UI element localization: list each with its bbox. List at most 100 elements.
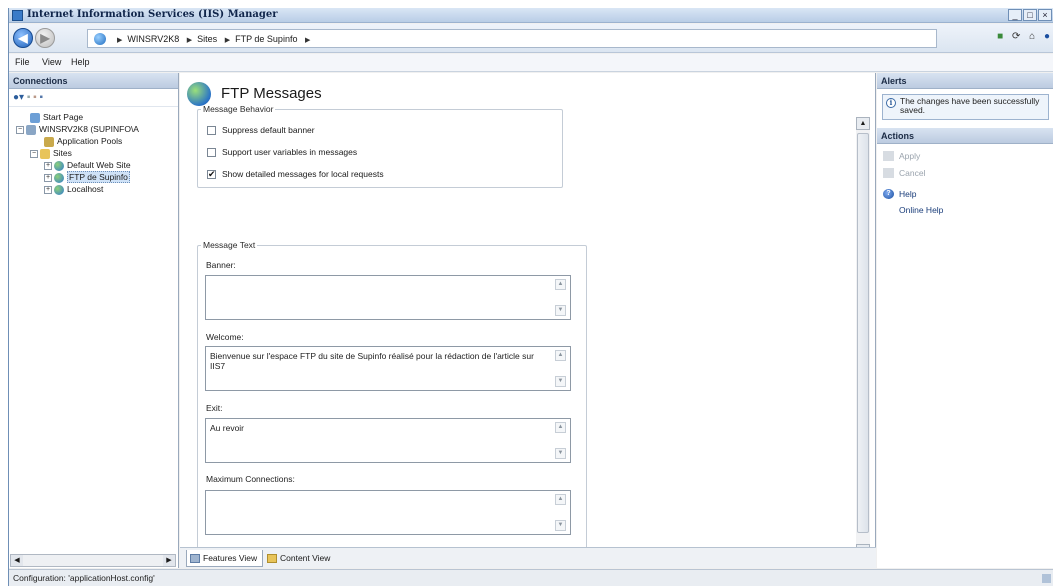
navigation-bar: ◀ ▶ ▶ WINSRV2K8 ▶ Sites ▶ FTP de Supinfo ▶ … xyxy=(9,24,1053,53)
message-text-legend: Message Text xyxy=(203,240,256,250)
tree-node-localhost[interactable]: + Localhost xyxy=(12,183,178,195)
menu-help[interactable]: Help xyxy=(71,57,90,67)
tree-label: Sites xyxy=(53,148,72,158)
scroll-down-icon[interactable]: ▼ xyxy=(555,305,566,316)
scroll-left-icon[interactable]: ◀ xyxy=(11,555,23,566)
help-action[interactable]: ? Help xyxy=(877,187,1053,201)
suppress-banner-checkbox[interactable] xyxy=(207,126,216,136)
expand-icon[interactable]: + xyxy=(44,185,52,194)
connections-horizontal-scrollbar[interactable]: ◀ ▶ xyxy=(10,554,176,567)
detailed-messages-option[interactable]: ✔ Show detailed messages for local reques… xyxy=(207,169,384,180)
site-globe-icon xyxy=(54,160,64,171)
breadcrumb-server[interactable]: WINSRV2K8 xyxy=(127,34,179,44)
content-view-label: Content View xyxy=(280,553,331,563)
user-variables-option[interactable]: Support user variables in messages xyxy=(207,147,357,158)
scroll-up-icon[interactable]: ▲ xyxy=(856,117,870,130)
iis-app-icon xyxy=(12,10,23,21)
tree-node-ftp-site[interactable]: + FTP de Supinfo xyxy=(12,171,178,183)
expand-icon[interactable]: + xyxy=(44,173,52,182)
tree-node-server[interactable]: − WINSRV2K8 (SUPINFO\A xyxy=(12,123,178,135)
tab-features-view[interactable]: Features View xyxy=(186,550,264,567)
alert-message: The changes have been successfully saved… xyxy=(900,96,1040,115)
features-view-label: Features View xyxy=(203,553,258,563)
breadcrumb-separator: ▶ xyxy=(186,37,193,44)
ftp-site-globe-icon xyxy=(187,82,211,106)
message-behavior-group: Message Behavior Suppress default banner… xyxy=(197,104,563,188)
back-arrow-icon: ◀ xyxy=(18,31,28,45)
online-help-action[interactable]: Online Help xyxy=(877,203,1053,217)
scroll-up-icon[interactable]: ▲ xyxy=(555,494,566,505)
title-bar: Internet Information Services (IIS) Mana… xyxy=(9,8,1053,23)
suppress-banner-label: Suppress default banner xyxy=(222,125,315,135)
forward-arrow-icon: ▶ xyxy=(40,31,50,45)
page-title: FTP Messages xyxy=(221,85,322,102)
menu-bar: File View Help xyxy=(9,54,1053,72)
cancel-label: Cancel xyxy=(899,168,926,178)
tree-label: WINSRV2K8 (SUPINFO\A xyxy=(39,124,139,134)
menu-file[interactable]: File xyxy=(15,57,30,67)
back-button[interactable]: ◀ xyxy=(13,28,33,48)
close-button[interactable]: × xyxy=(1038,9,1052,21)
scroll-up-icon[interactable]: ▲ xyxy=(555,422,566,433)
scroll-up-icon[interactable]: ▲ xyxy=(555,350,566,361)
user-variables-checkbox[interactable] xyxy=(207,148,216,158)
iis-manager-window: Internet Information Services (IIS) Mana… xyxy=(8,8,1053,586)
alert-message-box: i The changes have been successfully sav… xyxy=(882,94,1049,120)
tab-content-view[interactable]: Content View xyxy=(264,550,335,567)
info-icon: i xyxy=(886,98,896,108)
breadcrumb: ▶ WINSRV2K8 ▶ Sites ▶ FTP de Supinfo ▶ xyxy=(112,34,315,44)
exit-label: Exit: xyxy=(206,403,223,413)
tree-label: Default Web Site xyxy=(67,160,131,170)
detailed-messages-checkbox[interactable]: ✔ xyxy=(207,170,216,180)
maximize-button[interactable]: □ xyxy=(1023,9,1037,21)
help-label: Help xyxy=(899,189,917,199)
forward-button[interactable]: ▶ xyxy=(35,28,55,48)
actions-header: Actions xyxy=(877,128,1053,144)
site-globe-icon xyxy=(54,184,64,195)
tree-node-start-page[interactable]: Start Page xyxy=(12,111,178,123)
connect-icon[interactable]: ■ xyxy=(997,31,1003,42)
cancel-action[interactable]: Cancel xyxy=(877,166,1053,180)
tree-label: Application Pools xyxy=(57,136,123,146)
welcome-textarea[interactable]: Bienvenue sur l'espace FTP du site de Su… xyxy=(205,346,571,391)
apply-action[interactable]: Apply xyxy=(877,149,1053,163)
minimize-button[interactable]: _ xyxy=(1008,9,1022,21)
expand-icon[interactable]: + xyxy=(44,161,52,170)
address-bar[interactable]: ▶ WINSRV2K8 ▶ Sites ▶ FTP de Supinfo ▶ xyxy=(87,29,937,48)
breadcrumb-ftp-site[interactable]: FTP de Supinfo xyxy=(235,34,297,44)
exit-textarea[interactable]: Au revoir ▲ ▼ xyxy=(205,418,571,463)
menu-view[interactable]: View xyxy=(42,57,61,67)
breadcrumb-sites[interactable]: Sites xyxy=(197,34,217,44)
resize-grip-icon[interactable] xyxy=(1042,574,1051,583)
cancel-icon xyxy=(883,168,894,178)
save-icon[interactable]: ▪ xyxy=(27,92,31,103)
actions-panel: Alerts i The changes have been successfu… xyxy=(877,73,1053,568)
up-icon[interactable]: ▪ xyxy=(33,92,37,103)
connect-icon[interactable]: ●▾ xyxy=(13,92,24,103)
breadcrumb-separator: ▶ xyxy=(304,37,311,44)
scroll-down-icon[interactable]: ▼ xyxy=(555,448,566,459)
collapse-icon[interactable]: − xyxy=(16,125,24,134)
banner-textarea[interactable]: ▲ ▼ xyxy=(205,275,571,320)
collapse-icon[interactable]: − xyxy=(30,149,38,158)
tree-node-sites[interactable]: − Sites xyxy=(12,147,178,159)
tree-node-default-web-site[interactable]: + Default Web Site xyxy=(12,159,178,171)
online-help-label: Online Help xyxy=(899,205,944,215)
max-connections-textarea[interactable]: ▲ ▼ xyxy=(205,490,571,535)
content-view-icon xyxy=(267,554,277,563)
scroll-up-icon[interactable]: ▲ xyxy=(555,279,566,290)
scroll-down-icon[interactable]: ▼ xyxy=(555,520,566,531)
tree-node-app-pools[interactable]: Application Pools xyxy=(12,135,178,147)
suppress-banner-option[interactable]: Suppress default banner xyxy=(207,125,315,136)
scroll-right-icon[interactable]: ▶ xyxy=(163,555,175,566)
help-icon: ? xyxy=(883,189,894,199)
refresh-icon[interactable]: ⟳ xyxy=(1012,31,1020,42)
tree-label: Start Page xyxy=(43,112,84,122)
delete-connection-icon[interactable]: ▪ xyxy=(40,92,44,103)
scrollbar-thumb[interactable] xyxy=(857,133,869,533)
help-nav-icon[interactable]: ● xyxy=(1044,31,1050,42)
page-vertical-scrollbar[interactable]: ▲ ▼ xyxy=(856,117,870,557)
tree-label: Localhost xyxy=(67,184,104,194)
home-icon[interactable]: ⌂ xyxy=(1029,31,1035,42)
scroll-down-icon[interactable]: ▼ xyxy=(555,376,566,387)
